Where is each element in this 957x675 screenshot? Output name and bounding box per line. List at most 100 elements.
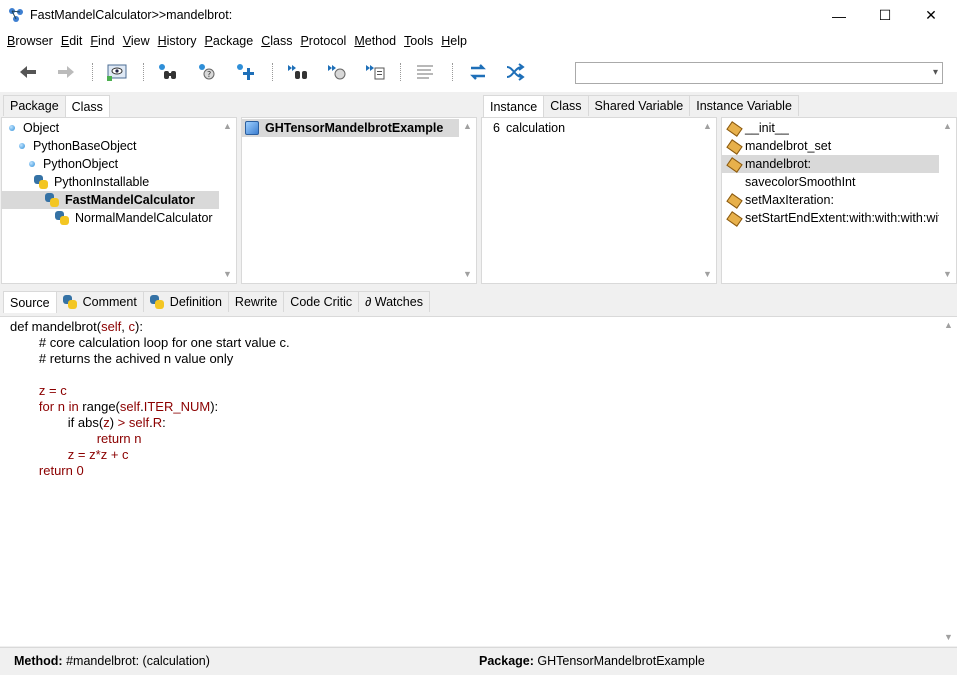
references-icon <box>366 65 385 80</box>
forward-icon <box>58 66 74 78</box>
tab-package[interactable]: Package <box>3 95 66 116</box>
class-tree-item[interactable]: NormalMandelCalculator <box>2 209 236 227</box>
format-icon <box>417 65 433 79</box>
menu-browser[interactable]: Browser <box>3 31 57 52</box>
method-icon <box>727 139 741 153</box>
source-code[interactable]: def mandelbrot(self, c): # core calculat… <box>0 317 957 479</box>
method-item-selected[interactable]: mandelbrot: <box>722 155 940 173</box>
menu-history[interactable]: History <box>154 31 201 52</box>
tab-rewrite[interactable]: Rewrite <box>227 291 285 312</box>
senders-button[interactable] <box>285 60 311 84</box>
browse-icon <box>107 64 127 81</box>
source-editor[interactable]: def mandelbrot(self, c): # core calculat… <box>0 316 957 646</box>
status-package: Package: GHTensorMandelbrotExample <box>479 654 705 668</box>
tab-comment[interactable]: Comment <box>55 291 144 312</box>
scroll-up-icon: ▲ <box>223 121 232 131</box>
vertical-scrollbar[interactable]: ▲ ▼ <box>219 118 236 283</box>
menu-edit[interactable]: Edit <box>57 31 87 52</box>
tab-source[interactable]: Source <box>3 291 57 313</box>
senders-icon <box>288 65 307 79</box>
vertical-scrollbar[interactable]: ▲ ▼ <box>940 317 957 646</box>
class-tree-item[interactable]: PythonBaseObject <box>2 137 236 155</box>
menu-class[interactable]: Class <box>257 31 296 52</box>
vertical-scrollbar[interactable]: ▲ ▼ <box>459 118 476 283</box>
toolbar: ? ▾ <box>0 52 957 92</box>
scroll-up-icon: ▲ <box>943 121 952 131</box>
title-bar: FastMandelCalculator>>mandelbrot: — ☐ ✕ <box>0 0 957 31</box>
menu-package[interactable]: Package <box>201 31 258 52</box>
class-tree-item-selected[interactable]: FastMandelCalculator <box>2 191 222 209</box>
maximize-button[interactable]: ☐ <box>862 0 908 31</box>
find-method-button[interactable]: ? <box>195 60 221 84</box>
search-combo[interactable]: ▾ <box>575 62 943 84</box>
scroll-down-icon: ▼ <box>703 269 712 279</box>
menu-bar: Browser Edit Find View History Package C… <box>0 31 957 52</box>
vertical-scrollbar[interactable]: ▲ ▼ <box>939 118 956 283</box>
tab-instance-variable[interactable]: Instance Variable <box>689 95 799 116</box>
find-class-icon <box>159 64 176 79</box>
implementors-icon <box>328 65 346 80</box>
method-item[interactable]: __init__ <box>722 119 956 137</box>
class-tree-item[interactable]: PythonObject <box>2 155 236 173</box>
method-item[interactable]: savecolorSmoothInt <box>722 173 956 191</box>
tab-class[interactable]: Class <box>64 95 110 117</box>
find-class-button[interactable] <box>155 60 181 84</box>
tab-code-critic[interactable]: Code Critic <box>283 291 360 312</box>
package-icon <box>245 121 259 135</box>
right-tab-row: Instance Class Shared Variable Instance … <box>483 95 799 117</box>
python-icon <box>55 211 69 225</box>
method-item[interactable]: setMaxIteration: <box>722 191 956 209</box>
menu-protocol[interactable]: Protocol <box>296 31 350 52</box>
menu-view[interactable]: View <box>119 31 154 52</box>
references-button[interactable] <box>363 60 389 84</box>
minimize-button[interactable]: — <box>816 0 862 31</box>
tab-definition[interactable]: Definition <box>142 291 229 312</box>
protocol-count: 6 <box>493 121 500 135</box>
method-icon <box>727 193 741 207</box>
protocol-item[interactable]: 6 calculation <box>482 119 716 137</box>
back-button[interactable] <box>15 60 41 84</box>
browse-button[interactable] <box>104 60 130 84</box>
class-tree-item[interactable]: Object <box>2 119 236 137</box>
close-button[interactable]: ✕ <box>908 0 954 31</box>
format-button[interactable] <box>412 60 438 84</box>
class-tree-pane[interactable]: Object PythonBaseObject PythonObject Pyt… <box>1 117 237 284</box>
python-icon <box>34 175 48 189</box>
implementors-button[interactable] <box>325 60 351 84</box>
window-title: FastMandelCalculator>>mandelbrot: <box>30 8 233 22</box>
maximize-icon: ☐ <box>878 7 892 23</box>
python-icon <box>149 295 164 309</box>
left-tab-row: Package Class <box>3 95 110 117</box>
method-item[interactable]: setStartEndExtent:with:with:with:with <box>722 209 956 227</box>
tab-watches[interactable]: ∂ Watches <box>358 291 430 312</box>
refresh-button[interactable] <box>465 60 491 84</box>
class-tree-item[interactable]: PythonInstallable <box>2 173 236 191</box>
new-class-icon <box>237 64 254 80</box>
python-icon <box>62 295 77 309</box>
scroll-up-icon: ▲ <box>463 121 472 131</box>
minimize-icon: — <box>832 7 846 24</box>
method-item[interactable]: mandelbrot_set <box>722 137 956 155</box>
menu-tools[interactable]: Tools <box>400 31 437 52</box>
menu-method[interactable]: Method <box>350 31 400 52</box>
package-item-selected[interactable]: GHTensorMandelbrotExample <box>242 119 460 137</box>
vertical-scrollbar[interactable]: ▲ ▼ <box>699 118 716 283</box>
tab-instance[interactable]: Instance <box>483 95 545 117</box>
svg-text:?: ? <box>207 70 211 79</box>
protocol-pane[interactable]: 6 calculation ▲ ▼ <box>481 117 717 284</box>
forward-button[interactable] <box>53 60 79 84</box>
tab-class-side[interactable]: Class <box>543 95 589 116</box>
new-class-button[interactable] <box>233 60 259 84</box>
menu-find[interactable]: Find <box>86 31 118 52</box>
python-icon <box>45 193 59 207</box>
tab-shared-variable[interactable]: Shared Variable <box>587 95 691 116</box>
menu-help[interactable]: Help <box>437 31 471 52</box>
chevron-down-icon[interactable]: ▾ <box>933 67 938 78</box>
method-icon <box>727 121 741 135</box>
shuffle-button[interactable] <box>503 60 529 84</box>
scroll-down-icon: ▼ <box>223 269 232 279</box>
package-pane[interactable]: GHTensorMandelbrotExample ▲ ▼ <box>241 117 477 284</box>
method-pane[interactable]: __init__ mandelbrot_set mandelbrot: save… <box>721 117 957 284</box>
toolbar-separator <box>272 63 273 81</box>
close-icon: ✕ <box>925 7 937 23</box>
